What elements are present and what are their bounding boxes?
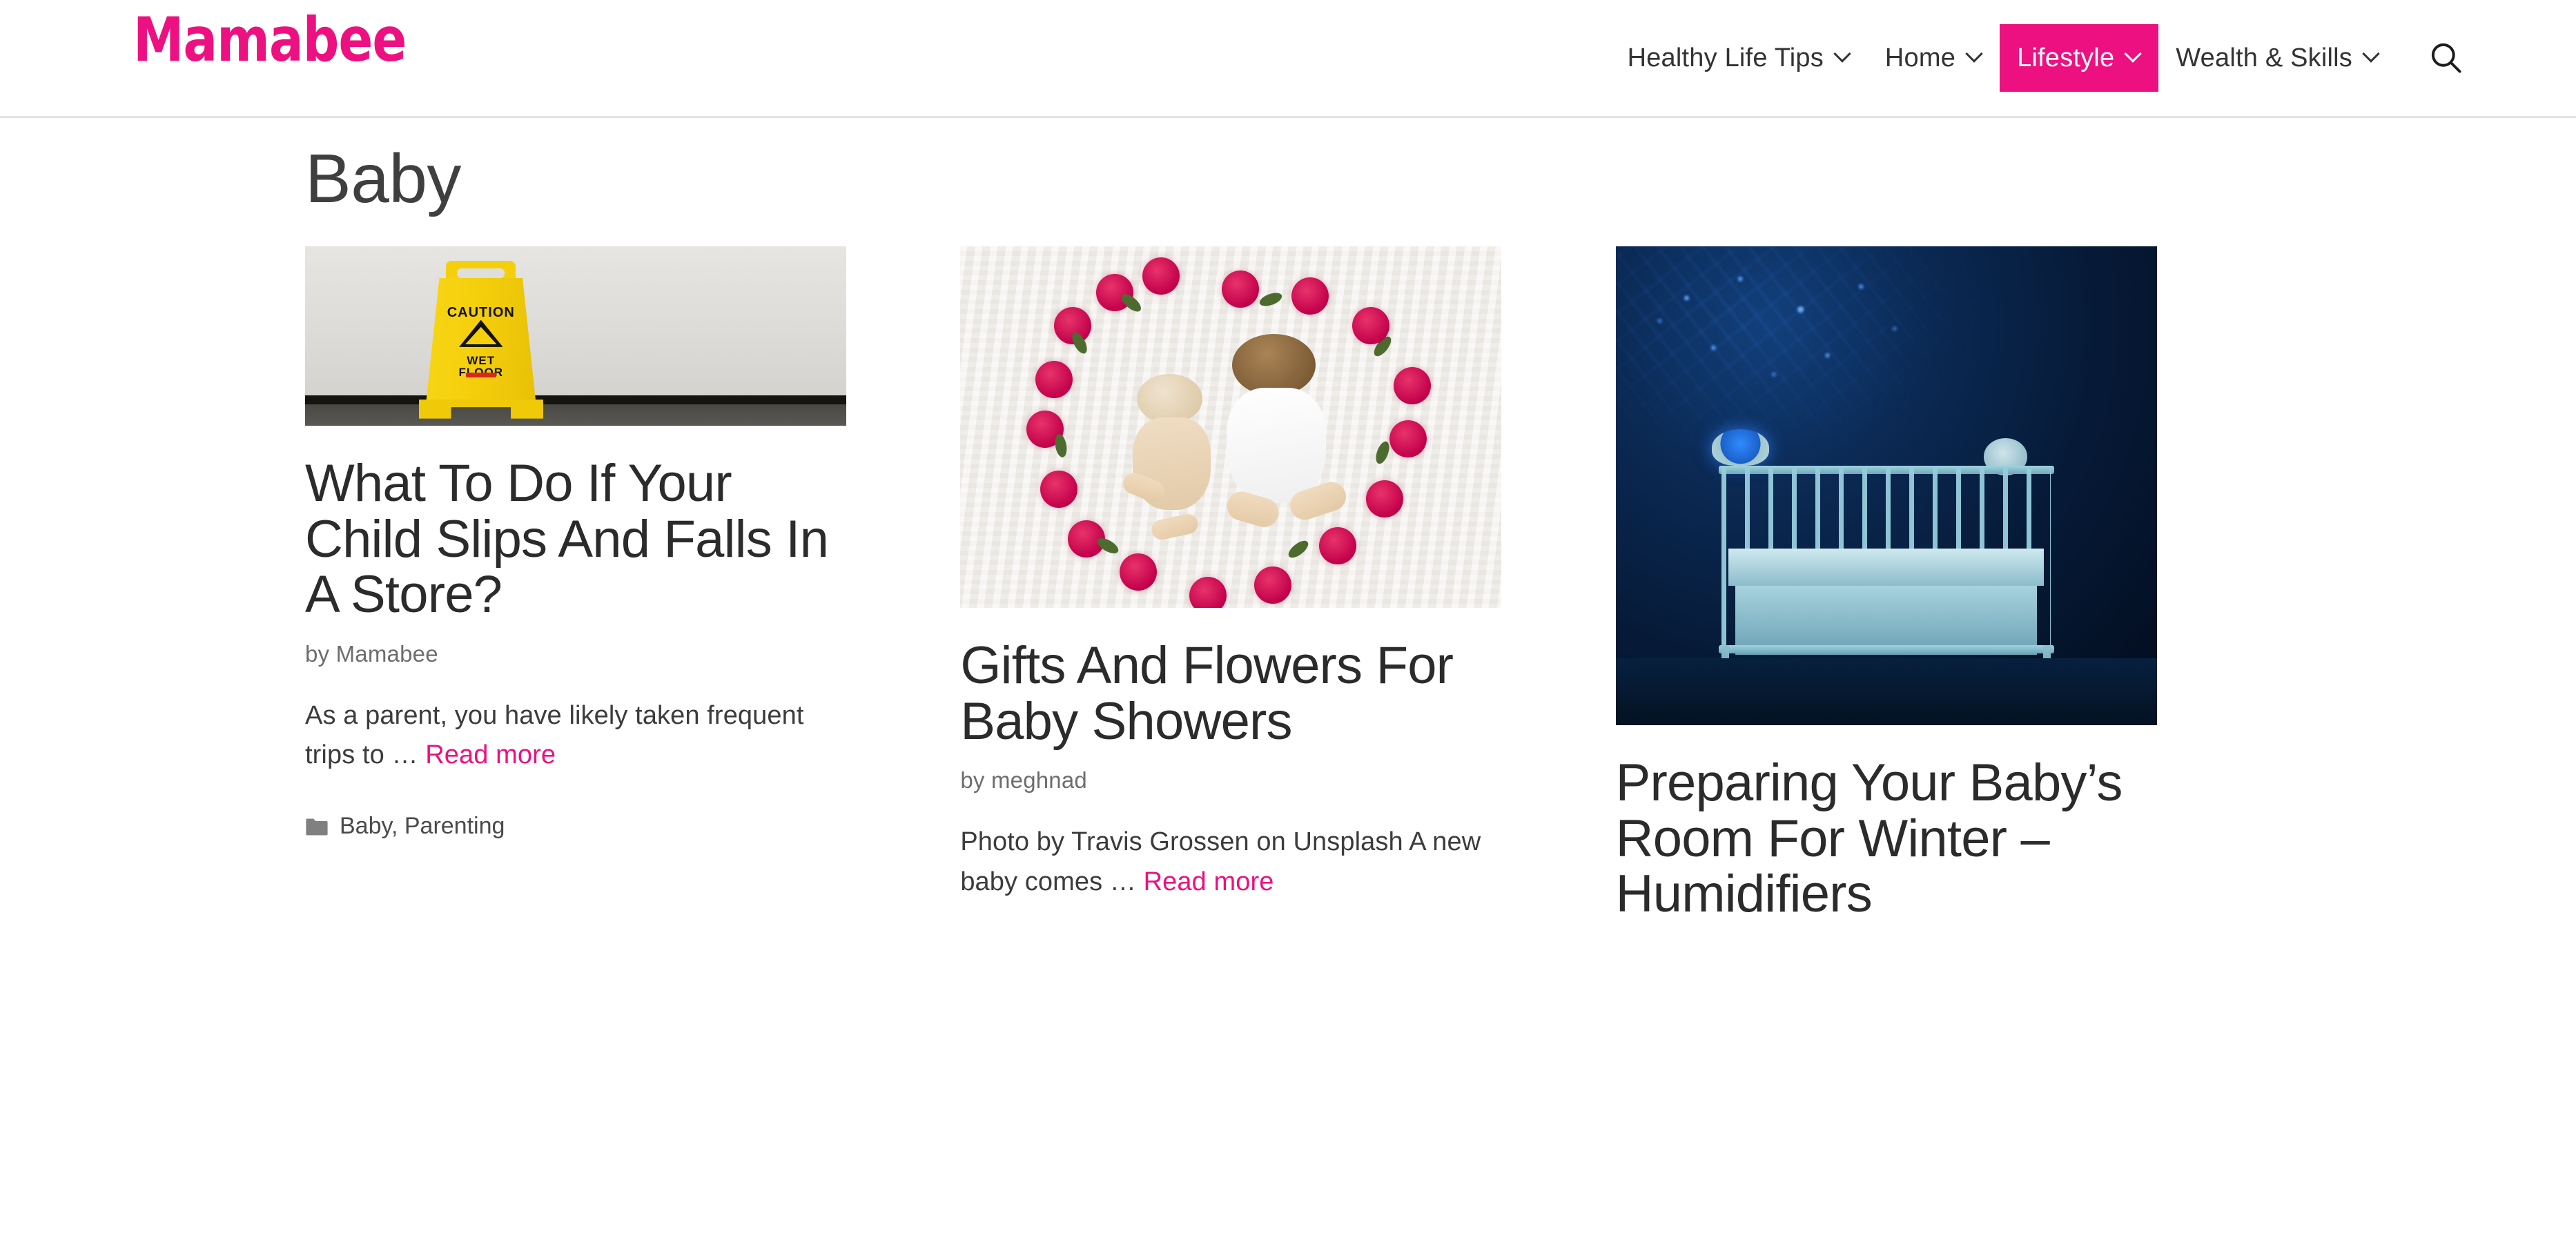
chevron-down-icon: [1967, 48, 1982, 63]
post-title[interactable]: What To Do If Your Child Slips And Falls…: [305, 455, 846, 623]
chevron-down-icon: [2364, 48, 2379, 63]
dark-nursery-crib-illustration: [1615, 246, 2157, 725]
post-title[interactable]: Gifts And Flowers For Baby Showers: [960, 638, 1501, 749]
post-column-3: Preparing Your Baby’s Room For Winter – …: [1615, 246, 2271, 923]
site-header: Mamabee Healthy Life Tips Home Lifestyle…: [0, 0, 2576, 118]
nav-item-label: Home: [1884, 43, 1956, 72]
archive-main: Baby CAUTION WETFLOOR: [0, 118, 2576, 923]
primary-navigation: Healthy Life Tips Home Lifestyle Wealth …: [1610, 0, 2479, 116]
page-title: Baby: [305, 140, 461, 217]
post-excerpt: Photo by Travis Grossen on Unsplash A ne…: [960, 822, 1501, 903]
post-card: Preparing Your Baby’s Room For Winter – …: [1615, 246, 2157, 923]
post-category-links[interactable]: Baby, Parenting: [340, 813, 505, 840]
posts-grid: CAUTION WETFLOOR What To Do If Your Chil…: [305, 246, 2271, 923]
read-more-link[interactable]: Read more: [425, 740, 556, 769]
caution-wet-floor-sign-illustration: CAUTION WETFLOOR: [305, 246, 846, 426]
nav-item-label: Lifestyle: [2017, 43, 2115, 72]
post-excerpt: As a parent, you have likely taken frequ…: [305, 696, 846, 776]
search-icon: [2431, 43, 2461, 73]
post-thumbnail-image[interactable]: [1615, 246, 2157, 725]
chevron-down-icon: [1835, 48, 1851, 63]
site-logo[interactable]: Mamabee: [133, 10, 407, 70]
nav-item-healthy-life-tips[interactable]: Healthy Life Tips: [1610, 24, 1868, 92]
post-byline: by Mamabee: [305, 640, 438, 667]
read-more-link[interactable]: Read more: [1144, 867, 1274, 896]
nav-item-label: Healthy Life Tips: [1627, 43, 1824, 72]
nav-item-wealth-and-skills[interactable]: Wealth & Skills: [2158, 24, 2397, 92]
post-column-2: Gifts And Flowers For Baby Showers by me…: [960, 246, 1615, 903]
post-byline: by meghnad: [960, 767, 1087, 793]
nav-item-home[interactable]: Home: [1868, 24, 2000, 92]
nav-item-lifestyle[interactable]: Lifestyle: [2000, 24, 2159, 92]
chevron-down-icon: [2126, 48, 2141, 63]
post-thumbnail-image[interactable]: CAUTION WETFLOOR: [305, 246, 846, 426]
post-card: Gifts And Flowers For Baby Showers by me…: [960, 246, 1502, 903]
nav-item-label: Wealth & Skills: [2176, 43, 2352, 72]
babies-flower-heart-illustration: [960, 246, 1502, 608]
post-categories: Baby, Parenting: [305, 813, 846, 840]
post-card: CAUTION WETFLOOR What To Do If Your Chil…: [305, 246, 846, 840]
post-column-1: CAUTION WETFLOOR What To Do If Your Chil…: [305, 246, 960, 840]
post-thumbnail-image[interactable]: [960, 246, 1502, 608]
folder-icon: [306, 818, 328, 836]
search-toggle-button[interactable]: [2413, 25, 2479, 91]
post-title[interactable]: Preparing Your Baby’s Room For Winter – …: [1616, 755, 2157, 923]
